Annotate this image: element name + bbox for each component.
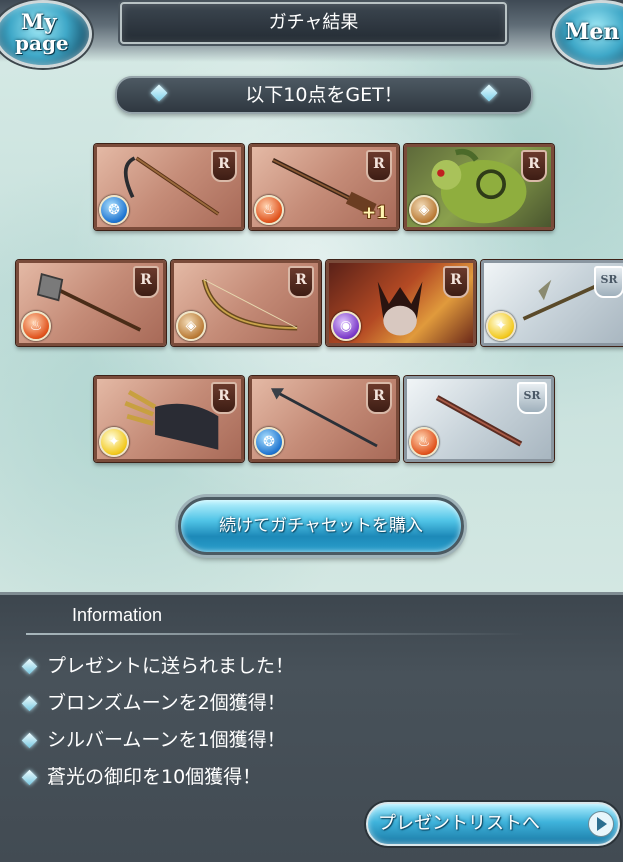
dark-icon: ◉ xyxy=(331,311,361,341)
item-card-spear[interactable]: R ❂ xyxy=(249,376,399,462)
light-icon: ✦ xyxy=(99,427,129,457)
divider xyxy=(26,633,526,635)
rank-badge: R xyxy=(133,266,159,298)
result-banner-text: 以下10点をGET！ xyxy=(245,84,403,106)
item-card-staff[interactable]: SR ✦ xyxy=(481,260,623,346)
page-title: ガチャ結果 xyxy=(120,2,507,44)
earth-icon: ◈ xyxy=(409,195,439,225)
diamond-bullet-icon xyxy=(21,695,38,712)
rank-badge: SR xyxy=(594,266,623,298)
plus-bonus: +1 xyxy=(361,203,388,223)
buy-gacha-set-button[interactable]: 続けてガチャセットを購入 xyxy=(178,497,464,555)
diamond-icon xyxy=(480,84,498,102)
earth-icon: ◈ xyxy=(176,311,206,341)
info-message-text: 蒼光の御印を10個獲得！ xyxy=(47,766,262,788)
rank-badge: R xyxy=(366,382,392,414)
rank-badge: R xyxy=(288,266,314,298)
water-icon: ❂ xyxy=(254,427,284,457)
diamond-bullet-icon xyxy=(21,732,38,749)
diamond-bullet-icon xyxy=(21,658,38,675)
item-card-gauntlet[interactable]: R ✦ xyxy=(94,376,244,462)
result-banner: 以下10点をGET！ xyxy=(115,76,533,114)
info-message: シルバームーンを1個獲得！ xyxy=(21,725,286,752)
rank-badge: R xyxy=(211,150,237,182)
item-card-axe[interactable]: R ♨ xyxy=(16,260,166,346)
menu-label: Men xyxy=(565,19,620,45)
info-message-text: ブロンズムーンを2個獲得！ xyxy=(47,692,286,714)
light-icon: ✦ xyxy=(486,311,516,341)
arrow-right-icon xyxy=(588,811,614,837)
diamond-bullet-icon xyxy=(21,769,38,786)
info-message-text: プレゼントに送られました！ xyxy=(47,655,295,677)
present-list-label: プレゼントリストへ xyxy=(378,813,540,834)
information-panel: Information プレゼントに送られました！ ブロンズムーンを2個獲得！ … xyxy=(0,592,623,862)
item-card-scythe[interactable]: R ❂ xyxy=(94,144,244,230)
info-message-text: シルバームーンを1個獲得！ xyxy=(47,729,286,751)
rank-badge: SR xyxy=(517,382,547,414)
fire-icon: ♨ xyxy=(409,427,439,457)
present-list-button[interactable]: プレゼントリストへ xyxy=(366,802,620,846)
rank-badge: R xyxy=(211,382,237,414)
rank-badge: R xyxy=(366,150,392,182)
rank-badge: R xyxy=(521,150,547,182)
info-message: プレゼントに送られました！ xyxy=(21,651,295,678)
item-card-green-beast[interactable]: R ◈ xyxy=(404,144,554,230)
fire-icon: ♨ xyxy=(21,311,51,341)
fire-icon: ♨ xyxy=(254,195,284,225)
water-icon: ❂ xyxy=(99,195,129,225)
information-title: Information xyxy=(72,605,163,625)
item-card-bow[interactable]: R ◈ xyxy=(171,260,321,346)
info-message: 蒼光の御印を10個獲得！ xyxy=(21,762,262,789)
rank-badge: R xyxy=(443,266,469,298)
item-card-horned-beast[interactable]: R ◉ xyxy=(326,260,476,346)
item-card-gun[interactable]: R ♨ +1 xyxy=(249,144,399,230)
info-message: ブロンズムーンを2個獲得！ xyxy=(21,688,286,715)
item-card-rifle[interactable]: SR ♨ xyxy=(404,376,554,462)
mypage-label-line2: page xyxy=(15,31,69,55)
diamond-icon xyxy=(150,84,168,102)
